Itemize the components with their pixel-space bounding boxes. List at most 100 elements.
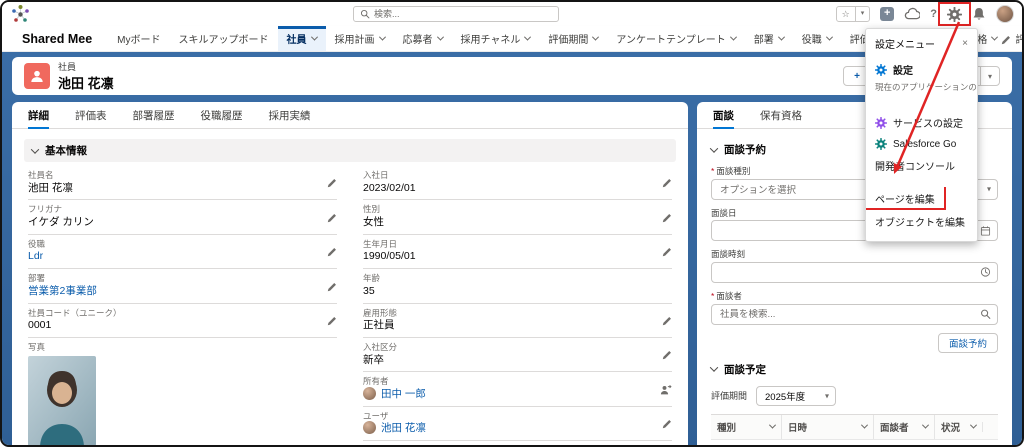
calendar-icon[interactable]: [980, 225, 991, 236]
search-input[interactable]: [374, 9, 552, 19]
col-status[interactable]: 状況: [934, 415, 982, 439]
field-department: 部署 営業第2事業部: [28, 269, 337, 303]
table-header-row: 種別 日時 面談者 状況: [711, 415, 998, 440]
chevron-down-icon: [31, 145, 39, 153]
col-interviewer[interactable]: 面談者: [873, 415, 934, 439]
menu-item-salesforce-go[interactable]: Salesforce Go: [866, 134, 977, 154]
nav-tab-applicants[interactable]: 応募者: [394, 26, 452, 51]
edit-pencil-icon[interactable]: [661, 417, 672, 435]
field-hire-date: 入社日 2023/02/01: [363, 166, 672, 200]
edit-pencil-icon[interactable]: [326, 245, 337, 263]
user-link[interactable]: 池田 花凛: [381, 422, 426, 434]
help-icon[interactable]: ?: [930, 8, 937, 20]
cloud-icon[interactable]: [904, 6, 920, 22]
record-actions-dropdown-button[interactable]: ▾: [980, 66, 1000, 86]
field-interview-time: 面談時刻: [711, 249, 998, 283]
section-basic-info[interactable]: 基本情報: [24, 139, 676, 162]
col-actions: [982, 422, 998, 432]
avatar: [363, 421, 376, 434]
setup-gear-button[interactable]: [947, 7, 962, 22]
col-type[interactable]: 種別: [711, 415, 781, 439]
edit-pencil-icon[interactable]: [661, 211, 672, 229]
change-owner-icon[interactable]: [660, 383, 672, 401]
tab-interview[interactable]: 面談: [713, 102, 734, 128]
chevron-down-icon[interactable]: [730, 34, 737, 41]
field-position: 役職 Ldr: [28, 235, 337, 269]
notifications-bell-icon[interactable]: [972, 7, 986, 21]
record-detail-panel: 詳細 評価表 部署履歴 役職履歴 採用実績 基本情報 社員名 池田 花凛: [12, 102, 688, 445]
nav-tab-eval-period[interactable]: 評価期間: [539, 26, 607, 51]
nav-tab-recruit-plan[interactable]: 採用計画: [326, 26, 394, 51]
chevron-down-icon[interactable]: [826, 34, 833, 41]
edit-nav-pencil-icon[interactable]: [1000, 33, 1011, 51]
menu-item-edit-page[interactable]: ページを編集: [866, 187, 977, 210]
favorites-dropdown-icon[interactable]: ▾: [855, 7, 870, 21]
nav-tab-survey-template[interactable]: アンケートテンプレート: [607, 26, 744, 51]
favorites-button[interactable]: ☆ ▾: [836, 6, 871, 22]
menu-item-setup-desc: 現在のアプリケーションの設定: [866, 81, 977, 97]
menu-item-developer-console[interactable]: 開発者コンソール: [866, 154, 977, 177]
chevron-down-icon[interactable]: [436, 34, 443, 41]
eval-period-select[interactable]: 2025年度 ▾: [756, 386, 836, 406]
field-photo: 写真: [28, 338, 337, 445]
chevron-down-icon[interactable]: [778, 34, 785, 41]
employee-record-icon: [24, 63, 50, 89]
chevron-down-icon[interactable]: [524, 34, 531, 41]
edit-pencil-icon[interactable]: [326, 211, 337, 229]
close-icon[interactable]: ×: [962, 38, 968, 49]
edit-pencil-icon[interactable]: [661, 176, 672, 194]
interviewer-search-input[interactable]: [720, 309, 975, 320]
interview-reserve-button[interactable]: 面談予約: [938, 333, 998, 353]
user-avatar[interactable]: [996, 5, 1014, 23]
global-header: ☆ ▾ + ?: [2, 2, 1022, 26]
interview-time-input[interactable]: [720, 267, 975, 278]
nav-tab-department[interactable]: 部署: [745, 26, 793, 51]
chevron-down-icon: [769, 422, 776, 429]
edit-pencil-icon[interactable]: [326, 280, 337, 298]
chevron-down-icon: [710, 144, 718, 152]
nav-tab-myboard[interactable]: Myボード: [108, 26, 169, 51]
nav-tab-skillupboard[interactable]: スキルアップボード: [170, 26, 278, 51]
department-link[interactable]: 営業第2事業部: [28, 285, 97, 297]
tab-recruit-results[interactable]: 採用実績: [269, 102, 311, 128]
gear-icon: [875, 64, 887, 76]
menu-item-service-setup[interactable]: サービスの設定: [866, 111, 977, 134]
edit-pencil-icon[interactable]: [661, 245, 672, 263]
nav-tab-position[interactable]: 役職: [793, 26, 841, 51]
section-interview-schedule[interactable]: 面談予定: [711, 362, 998, 377]
owner-link[interactable]: 田中 一郎: [381, 388, 426, 400]
global-search[interactable]: [353, 6, 559, 22]
edit-pencil-icon[interactable]: [661, 314, 672, 332]
tab-dept-history[interactable]: 部署履歴: [133, 102, 175, 128]
interview-schedule-table: 種別 日時 面談者 状況 評価面談 2025-04-01 00:00 田中 一郎…: [711, 414, 998, 446]
nav-tab-employee[interactable]: 社員: [278, 26, 326, 51]
chevron-down-icon[interactable]: [991, 34, 998, 41]
setup-menu-title: 設定メニュー: [875, 36, 935, 51]
chevron-down-icon[interactable]: [592, 34, 599, 41]
status-badge: 完了: [934, 440, 982, 446]
edit-pencil-icon[interactable]: [326, 314, 337, 332]
edit-pencil-icon[interactable]: [661, 348, 672, 366]
star-icon[interactable]: ☆: [837, 7, 855, 21]
nav-tab-recruit-channel[interactable]: 採用チャネル: [452, 26, 540, 51]
app-name[interactable]: Shared Mee: [22, 32, 92, 46]
menu-item-setup[interactable]: 設定: [866, 58, 977, 81]
gear-icon: [875, 138, 887, 150]
position-link[interactable]: Ldr: [28, 250, 43, 262]
edit-pencil-icon[interactable]: [326, 176, 337, 194]
avatar: [363, 387, 376, 400]
interview-time-input-box: [711, 262, 998, 283]
chevron-down-icon[interactable]: [310, 34, 317, 41]
interviewer-lookup-box: [711, 304, 998, 325]
field-owner: 所有者 田中 一郎: [363, 372, 672, 406]
clock-icon[interactable]: [980, 267, 991, 278]
tab-qualifications-held[interactable]: 保有資格: [760, 102, 802, 128]
tab-position-history[interactable]: 役職履歴: [201, 102, 243, 128]
col-datetime[interactable]: 日時: [781, 415, 873, 439]
tab-details[interactable]: 詳細: [28, 102, 49, 128]
tab-eval-sheet[interactable]: 評価表: [75, 102, 107, 128]
global-actions-button[interactable]: +: [880, 7, 894, 21]
table-row: 評価面談 2025-04-01 00:00 田中 一郎 完了 ▾: [711, 440, 998, 446]
menu-item-edit-object[interactable]: オブジェクトを編集: [866, 210, 977, 233]
chevron-down-icon[interactable]: [378, 34, 385, 41]
